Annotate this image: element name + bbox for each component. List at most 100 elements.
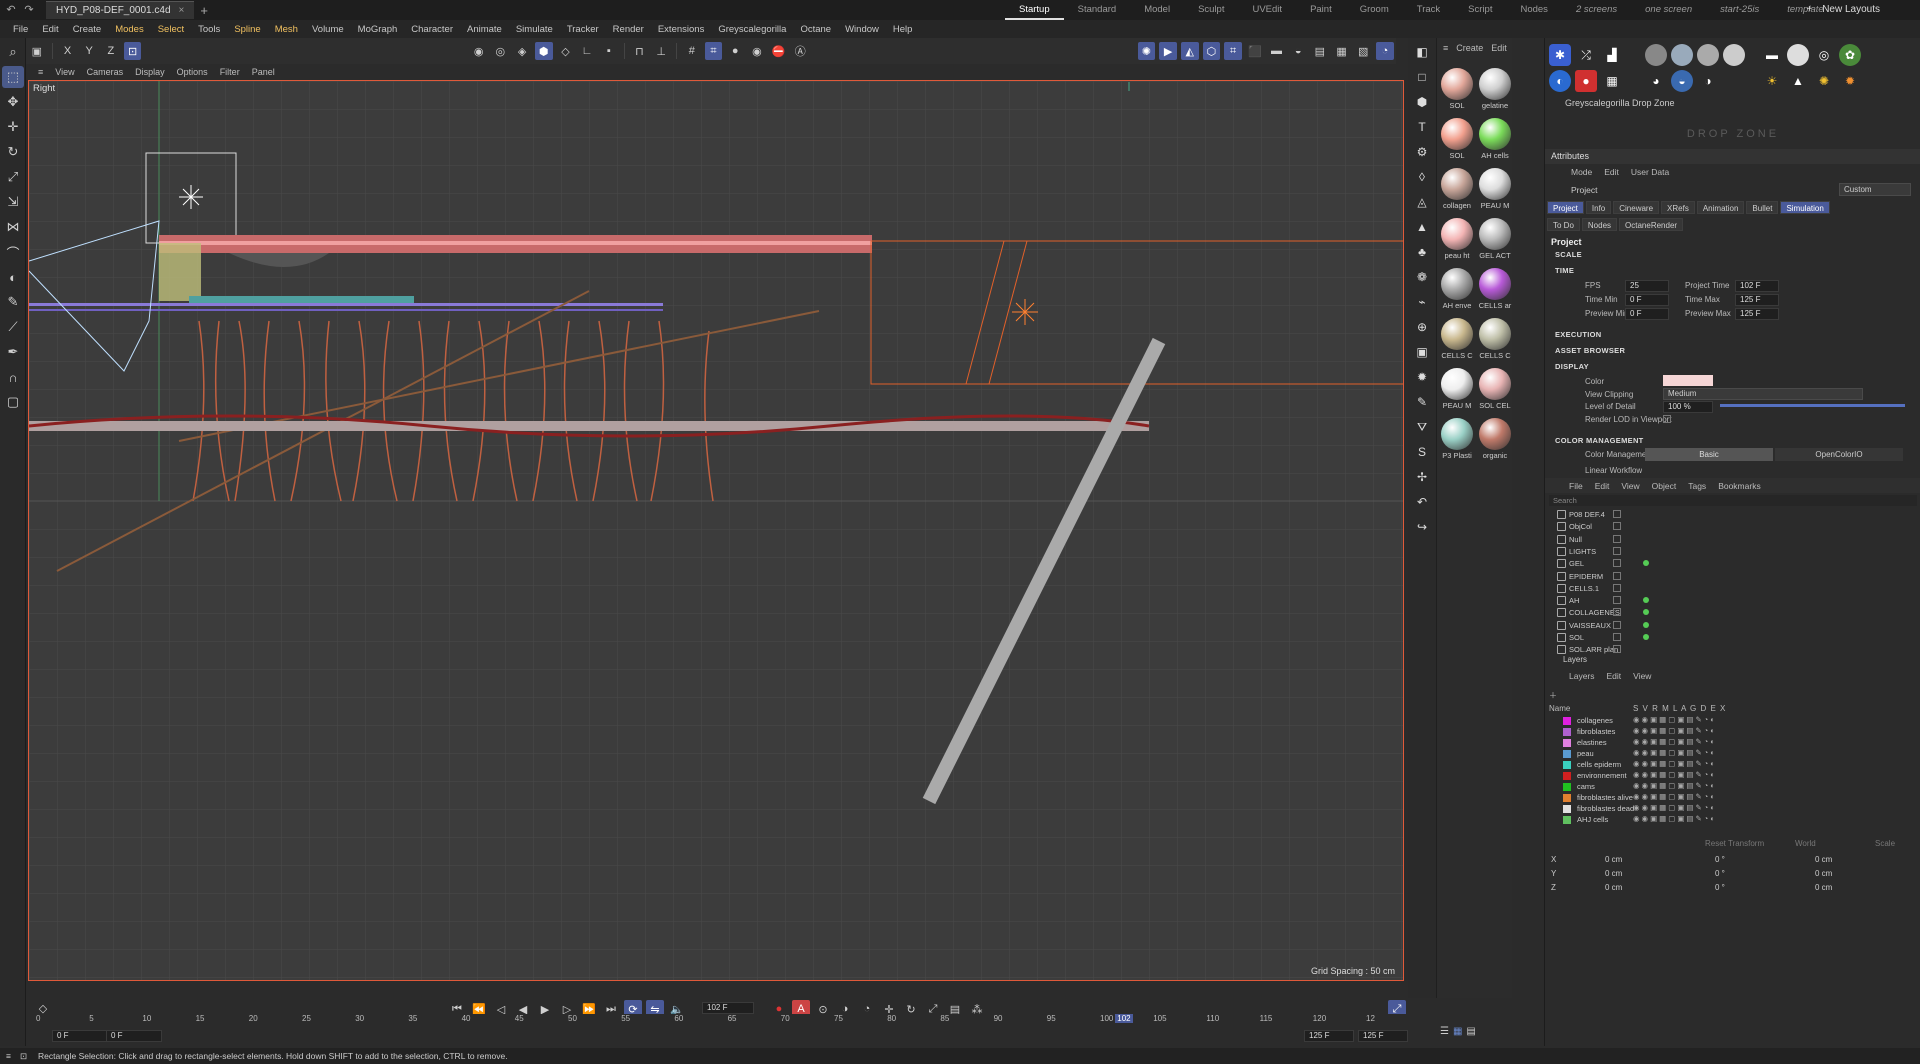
layer-flags[interactable]: ◉◉▣▦▢▣▤✎◔◐ (1633, 737, 1717, 746)
object-mode-icon[interactable]: ⬢ (534, 42, 553, 60)
layout-tab-paint[interactable]: Paint (1296, 0, 1346, 20)
rotation-field[interactable]: 0 ° (1715, 869, 1725, 878)
redo-icon[interactable]: ↷ (22, 3, 36, 17)
area-light-icon[interactable]: ▬ (1761, 44, 1783, 66)
visibility-checkbox[interactable] (1613, 620, 1621, 629)
layer-row[interactable]: elastines ◉◉▣▦▢▣▤✎◔◐ (1545, 737, 1920, 748)
layer-color-swatch[interactable] (1563, 728, 1571, 736)
material-swatch[interactable]: PEAU M (1439, 366, 1475, 414)
asset-browser-section[interactable]: ASSET BROWSER (1555, 346, 1625, 355)
transform-icon[interactable]: ⇲ (2, 191, 24, 213)
material-edit-menu[interactable]: Edit (1491, 43, 1507, 53)
color-swatch[interactable] (1663, 375, 1713, 386)
triangle-icon[interactable]: ▲ (1411, 216, 1433, 238)
color-mgmt-ocio-button[interactable]: OpenColorIO (1775, 448, 1903, 461)
layer-flags[interactable]: ◉◉▣▦▢▣▤✎◔◐ (1633, 814, 1717, 823)
attr-tab-project[interactable]: Project (1547, 201, 1584, 214)
object-row[interactable]: P08 DEF.4 (1545, 509, 1920, 521)
scale-select[interactable]: Scale (1875, 839, 1895, 848)
object-menu-view[interactable]: View (1615, 481, 1645, 491)
material-create-menu[interactable]: Create (1456, 43, 1483, 53)
sun-icon[interactable]: ☀ (1761, 70, 1783, 92)
layer-color-swatch[interactable] (1563, 750, 1571, 758)
visibility-checkbox[interactable] (1613, 633, 1621, 641)
z-axis-toggle[interactable]: Z (102, 42, 120, 60)
generator-icon[interactable]: ⬡ (1202, 42, 1221, 60)
menu-file[interactable]: File (6, 24, 35, 35)
layer-flags[interactable]: ◉◉▣▦▢▣▤✎◔◐ (1633, 748, 1717, 757)
visibility-checkbox[interactable] (1613, 596, 1621, 605)
move-icon[interactable]: ✛ (2, 116, 24, 138)
menu-mesh[interactable]: Mesh (268, 24, 305, 35)
menu-window[interactable]: Window (838, 24, 886, 35)
sphere-white-icon[interactable] (1723, 44, 1745, 66)
sky-icon[interactable]: ◒ (1289, 42, 1307, 60)
floor-icon[interactable]: ▬ (1268, 42, 1286, 60)
grid-view-icon[interactable]: ▦ (1453, 1026, 1462, 1037)
attr-tab-xrefs[interactable]: XRefs (1661, 201, 1695, 214)
object-row[interactable]: AH (1545, 595, 1920, 607)
layer-row[interactable]: fibroblastes dead ◉◉▣▦▢▣▤✎◔◐ (1545, 803, 1920, 814)
tweak-mode-icon[interactable]: ▪ (600, 42, 618, 60)
contrast-icon[interactable]: ◐ (1549, 70, 1571, 92)
layout-tab-sculpt[interactable]: Sculpt (1184, 0, 1238, 20)
object-row[interactable]: LIGHTS (1545, 546, 1920, 558)
menu-select[interactable]: Select (151, 24, 191, 35)
material-swatch[interactable]: SOL (1439, 66, 1475, 114)
preview-end-field[interactable]: 125 F (1304, 1030, 1354, 1042)
sphere-light-icon[interactable] (1697, 44, 1719, 66)
project-time-field[interactable]: 102 F (1735, 280, 1779, 292)
position-field[interactable]: 0 cm (1605, 883, 1622, 892)
attributes-menu-mode[interactable]: Mode (1565, 167, 1598, 177)
position-field[interactable]: 0 cm (1605, 869, 1622, 878)
undo-history-icon[interactable]: ↶ (1411, 491, 1433, 513)
mix-icon[interactable]: ◑ (1697, 70, 1719, 92)
layer-flags[interactable]: ◉◉▣▦▢▣▤✎◔◐ (1633, 759, 1717, 768)
magnet-snap-icon[interactable]: ⊓ (631, 42, 649, 60)
menu-edit[interactable]: Edit (35, 24, 65, 35)
visibility-checkbox[interactable] (1613, 583, 1621, 592)
visibility-checkbox[interactable] (1613, 534, 1621, 543)
material-swatch[interactable]: gelatine (1477, 66, 1513, 114)
object-row[interactable]: EPIDERM (1545, 571, 1920, 583)
view-clipping-select[interactable]: Medium (1663, 388, 1863, 400)
light-icon[interactable]: ✺ (1137, 42, 1156, 60)
layer-row[interactable]: fibroblastes ◉◉▣▦▢▣▤✎◔◐ (1545, 726, 1920, 737)
object-row[interactable]: VAISSEAUX (1545, 620, 1920, 632)
viewport-menu-cameras[interactable]: Cameras (81, 67, 130, 77)
octane-settings-icon[interactable]: ✱ (1549, 44, 1571, 66)
checker-icon[interactable]: ▦ (1601, 70, 1623, 92)
preview-min-field[interactable]: 0 F (1625, 308, 1669, 320)
menu-extensions[interactable]: Extensions (651, 24, 711, 35)
layout-tab-nodes[interactable]: Nodes (1506, 0, 1561, 20)
gear-icon[interactable]: ⚙ (1411, 141, 1433, 163)
layer-row[interactable]: fibroblastes alive ◉◉▣▦▢▣▤✎◔◐ (1545, 792, 1920, 803)
layer-color-swatch[interactable] (1563, 816, 1571, 824)
layer-flags[interactable]: ◉◉▣▦▢▣▤✎◔◐ (1633, 781, 1717, 790)
render-active-icon[interactable]: ▦ (1333, 42, 1351, 60)
layout-tab-track[interactable]: Track (1403, 0, 1454, 20)
visibility-checkbox[interactable] (1613, 510, 1621, 518)
live-select-icon[interactable]: ✥ (2, 91, 24, 113)
layout-tab-groom[interactable]: Groom (1346, 0, 1403, 20)
attributes-menu-user-data[interactable]: User Data (1625, 167, 1675, 177)
render-lod-checkbox[interactable] (1663, 415, 1671, 423)
workplane-icon[interactable]: ⊥ (652, 42, 670, 60)
attr-tab-bullet[interactable]: Bullet (1746, 201, 1779, 214)
x-axis-toggle[interactable]: X (59, 42, 77, 60)
visibility-checkbox[interactable] (1613, 522, 1621, 531)
object-menu-object[interactable]: Object (1646, 481, 1683, 491)
layer-color-swatch[interactable] (1563, 761, 1571, 769)
camera-icon[interactable]: ▶ (1159, 42, 1177, 60)
menu-simulate[interactable]: Simulate (509, 24, 560, 35)
end-frame-field[interactable]: 125 F (1358, 1030, 1408, 1042)
deform-icon[interactable]: ◊ (1411, 166, 1433, 188)
material-swatch[interactable]: collagen (1439, 166, 1475, 214)
layer-flags[interactable]: ◉◉▣▦▢▣▤✎◔◐ (1633, 792, 1717, 801)
layer-color-swatch[interactable] (1563, 772, 1571, 780)
scale-section[interactable]: SCALE (1555, 250, 1582, 259)
visibility-checkbox[interactable] (1613, 571, 1621, 580)
export-icon[interactable]: ↪ (1411, 516, 1433, 538)
object-menu-edit[interactable]: Edit (1589, 481, 1616, 491)
material-swatch[interactable]: CELLS ar (1477, 266, 1513, 314)
